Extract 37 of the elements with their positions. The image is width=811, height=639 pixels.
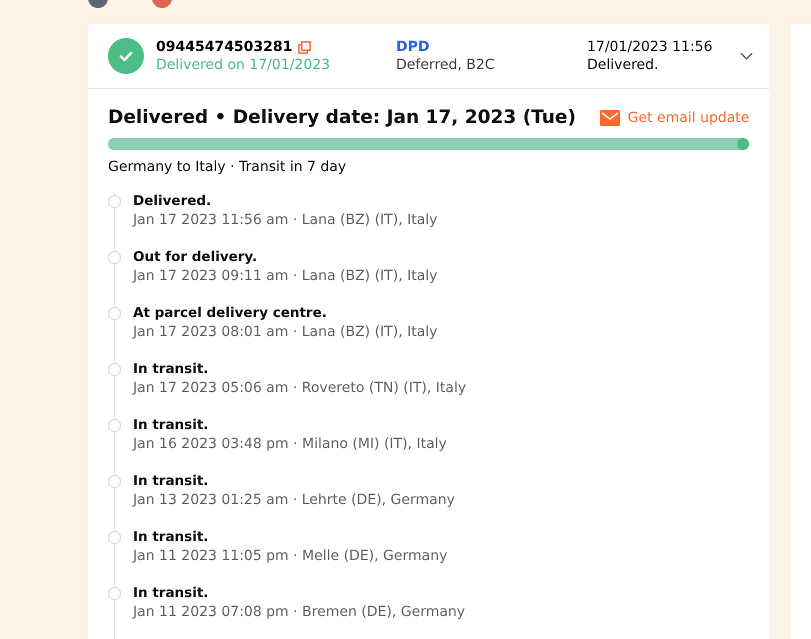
timeline-dot-icon: [108, 195, 121, 208]
event-detail: Jan 17 2023 05:06 am · Rovereto (TN) (IT), Italy: [133, 380, 466, 396]
check-icon: [108, 38, 144, 74]
timeline-dot-icon: [108, 363, 121, 376]
event-status: In transit.: [133, 529, 210, 545]
copy-icon[interactable]: [298, 40, 312, 54]
timeline-dot-icon: [108, 587, 121, 600]
event-detail: Jan 17 2023 11:56 am · Lana (BZ) (IT), Italy: [133, 212, 438, 228]
email-update-link[interactable]: Get email update: [600, 110, 750, 126]
tracking-number: 09445474503281: [156, 39, 292, 55]
delivery-status: Delivered on 17/01/2023: [156, 57, 332, 73]
last-status: Delivered.: [587, 57, 660, 73]
delivery-title: Delivered • Delivery date: Jan 17, 2023 (Tue): [108, 107, 576, 128]
event-status: In transit.: [133, 417, 210, 433]
event-detail: Jan 11 2023 11:05 pm · Melle (DE), Germany: [133, 548, 448, 564]
event-detail: Jan 16 2023 03:48 pm · Milano (MI) (IT), Italy: [133, 436, 447, 452]
route-info: Germany to Italy · Transit in 7 day: [108, 159, 348, 175]
event-detail: Jan 17 2023 09:11 am · Lana (BZ) (IT), Italy: [133, 268, 438, 284]
timeline-dot-icon: [108, 475, 121, 488]
event-detail: Jan 17 2023 08:01 am · Lana (BZ) (IT), Italy: [133, 324, 438, 340]
timeline-dot-icon: [108, 251, 121, 264]
event-status: Out for delivery.: [133, 249, 258, 265]
timeline-dot-icon: [108, 531, 121, 544]
event-detail: Jan 11 2023 07:08 pm · Bremen (DE), Germany: [133, 604, 466, 620]
event-status: In transit.: [133, 361, 210, 377]
event-status: In transit.: [133, 585, 210, 601]
event-detail: Jan 13 2023 01:25 am · Lehrte (DE), Germany: [133, 492, 455, 508]
timeline-dot-icon: [108, 307, 121, 320]
event-status: Delivered.: [133, 193, 212, 209]
chevron-icon[interactable]: [740, 52, 754, 60]
event-status: At parcel delivery centre.: [133, 305, 328, 321]
carrier-link[interactable]: DPD: [396, 39, 587, 55]
event-status: In transit.: [133, 473, 210, 489]
last-update-time: 17/01/2023 11:56: [587, 39, 714, 55]
service-type: Deferred, B2C: [396, 57, 496, 73]
mail-icon: [600, 110, 620, 126]
timeline-dot-icon: [108, 419, 121, 432]
